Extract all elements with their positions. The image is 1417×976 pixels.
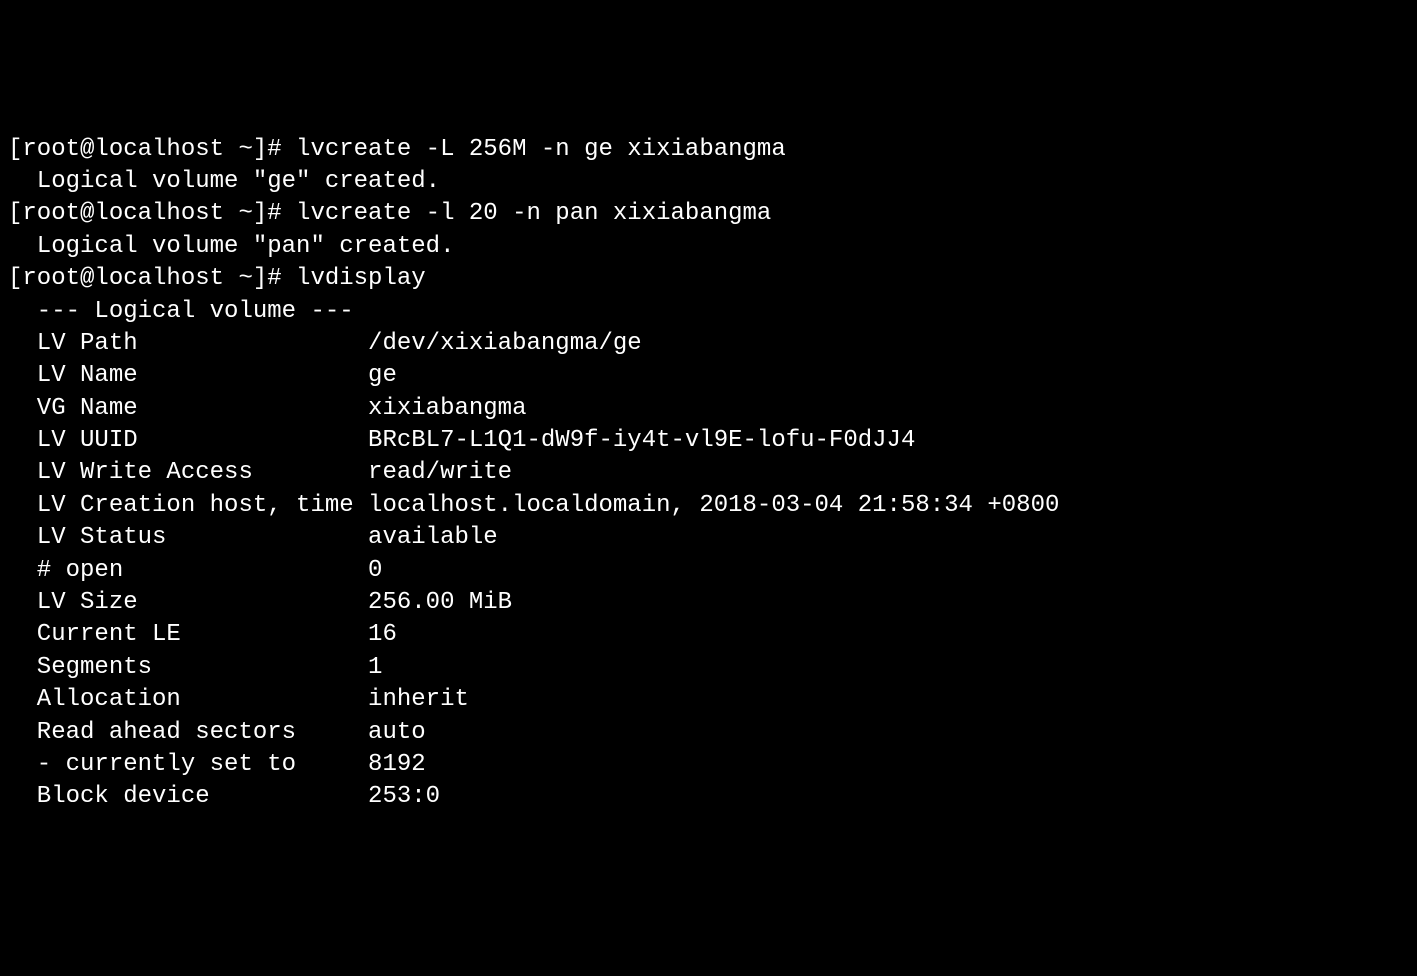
terminal-line: LV Creation host, time localhost.localdo… (8, 490, 1409, 522)
terminal-line: Logical volume "ge" created. (8, 166, 1409, 198)
terminal-line: LV Write Access read/write (8, 457, 1409, 489)
terminal-line: LV Size 256.00 MiB (8, 587, 1409, 619)
terminal-line: Logical volume "pan" created. (8, 231, 1409, 263)
terminal-line: Segments 1 (8, 652, 1409, 684)
terminal-line: # open 0 (8, 555, 1409, 587)
terminal-line: LV Status available (8, 522, 1409, 554)
terminal-line: Read ahead sectors auto (8, 717, 1409, 749)
terminal-output[interactable]: [root@localhost ~]# lvcreate -L 256M -n … (8, 134, 1409, 814)
terminal-line: Current LE 16 (8, 619, 1409, 651)
terminal-line: Allocation inherit (8, 684, 1409, 716)
terminal-line: - currently set to 8192 (8, 749, 1409, 781)
terminal-line: LV Path /dev/xixiabangma/ge (8, 328, 1409, 360)
terminal-line: [root@localhost ~]# lvdisplay (8, 263, 1409, 295)
terminal-line: --- Logical volume --- (8, 296, 1409, 328)
terminal-line: [root@localhost ~]# lvcreate -L 256M -n … (8, 134, 1409, 166)
terminal-line: LV UUID BRcBL7-L1Q1-dW9f-iy4t-vl9E-lofu-… (8, 425, 1409, 457)
terminal-line: VG Name xixiabangma (8, 393, 1409, 425)
terminal-line: [root@localhost ~]# lvcreate -l 20 -n pa… (8, 198, 1409, 230)
terminal-line: Block device 253:0 (8, 781, 1409, 813)
terminal-line: LV Name ge (8, 360, 1409, 392)
